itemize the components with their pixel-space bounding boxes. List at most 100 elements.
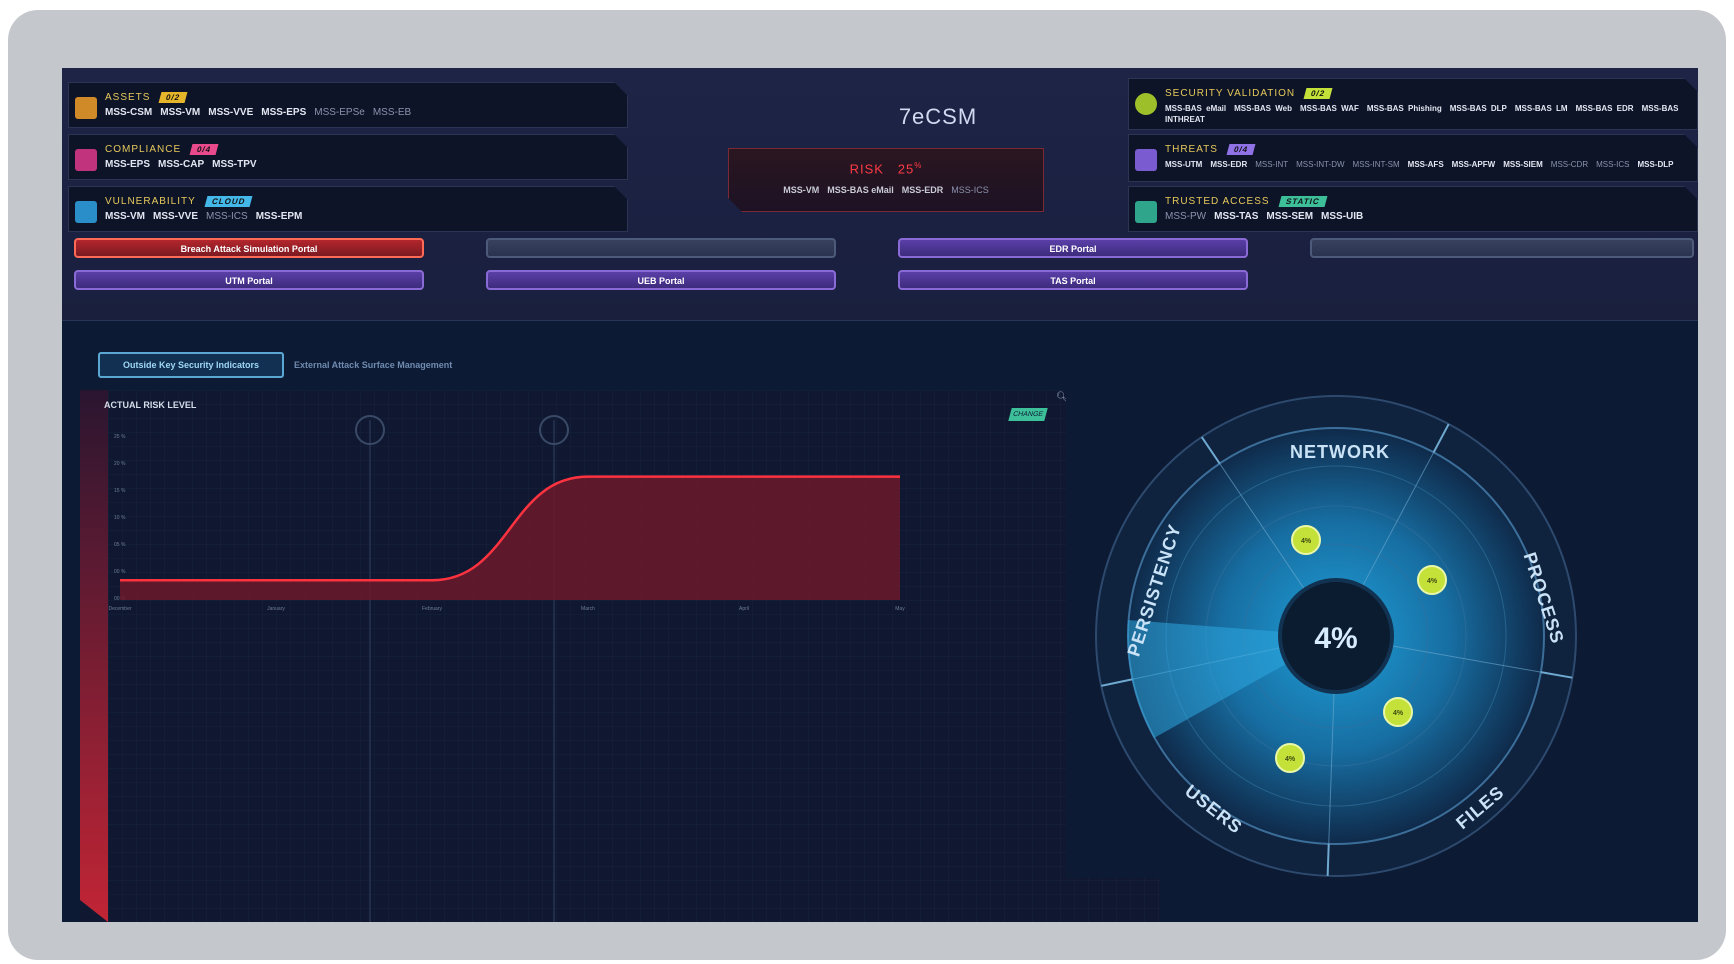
segment-label-network[interactable]: NETWORK <box>1290 442 1390 462</box>
utm-portal-button[interactable]: UTM Portal <box>74 270 424 290</box>
panel-trusted-access[interactable]: TRUSTED ACCESS STATIC MSS-PW MSS-TAS MSS-SE… <box>1128 186 1698 232</box>
item[interactable]: MSS-INT <box>1255 160 1288 169</box>
item[interactable]: MSS-EPM <box>256 211 303 222</box>
breach-attack-simulation-portal-button[interactable]: Breach Attack Simulation Portal <box>74 238 424 258</box>
status-badge: 0/4 <box>1226 144 1255 155</box>
item[interactable]: MSS-EPSe <box>314 107 365 118</box>
radar-dot[interactable]: 4% <box>1291 525 1321 555</box>
panel-security-validation[interactable]: SECURITY VALIDATION 0/2 MSS-BAS eMail MSS-… <box>1128 78 1698 130</box>
item[interactable]: MSS-VVE <box>208 107 253 118</box>
y-tick-label: 10 % <box>114 515 126 521</box>
radar-spoke <box>1326 843 1330 876</box>
chart-title: ACTUAL RISK LEVEL <box>104 400 197 410</box>
item[interactable]: MSS-BAS DLP <box>1450 104 1507 113</box>
item[interactable]: MSS-INT-SM <box>1353 160 1400 169</box>
blank-portal-button-2[interactable] <box>1310 238 1694 258</box>
item[interactable]: MSS-SEM <box>1266 211 1313 222</box>
blank-portal-button[interactable] <box>486 238 836 258</box>
item[interactable]: MSS-CAP <box>158 159 204 170</box>
item[interactable]: MSS-TAS <box>1214 211 1258 222</box>
panel-items: MSS-PW MSS-TAS MSS-SEM MSS-UIB <box>1165 211 1683 223</box>
assets-icon <box>75 97 97 119</box>
panel-title: TRUSTED ACCESS <box>1165 196 1270 208</box>
radar-dot-value: 4% <box>1301 538 1312 545</box>
risk-chart: 25 % 20 % 15 % 10 % 05 % 00 % 00 % December Janu… <box>80 390 1160 922</box>
dashboard-screen: ASSETS 0/2 MSS-CSM MSS-VM MSS-VVE MSS-EPS MSS… <box>62 68 1698 922</box>
item[interactable]: MSS-DLP <box>1637 160 1673 169</box>
item[interactable]: MSS-CSM <box>105 107 152 118</box>
item[interactable]: MSS-SIEM <box>1503 160 1543 169</box>
item[interactable]: MSS-EDR <box>1210 160 1247 169</box>
item[interactable]: MSS-PW <box>1165 211 1206 222</box>
panel-compliance[interactable]: COMPLIANCE 0/4 MSS-EPS MSS-CAP MSS-TPV <box>68 134 628 180</box>
radar-dot[interactable]: 4% <box>1417 565 1447 595</box>
item[interactable]: MSS-BAS EDR <box>1576 104 1634 113</box>
status-badge: STATIC <box>1278 196 1327 207</box>
tab-external-attack-surface[interactable]: External Attack Surface Management <box>294 352 452 378</box>
item[interactable]: MSS-BAS LM <box>1515 104 1568 113</box>
x-tick-label: March <box>581 606 595 612</box>
edr-portal-button[interactable]: EDR Portal <box>898 238 1248 258</box>
status-badge: 0/4 <box>190 144 219 155</box>
item[interactable]: MSS-CDR <box>1551 160 1588 169</box>
item[interactable]: MSS-EPS <box>105 159 150 170</box>
item[interactable]: MSS-TPV <box>212 159 256 170</box>
x-tick-label: January <box>267 606 285 612</box>
chart-left-accent <box>80 390 108 922</box>
item[interactable]: MSS-EB <box>373 107 411 118</box>
item[interactable]: MSS-VM <box>160 107 200 118</box>
tab-key-security-indicators[interactable]: Outside Key Security Indicators <box>98 352 284 378</box>
status-badge: 0/2 <box>1304 88 1333 99</box>
item[interactable]: MSS-BAS eMail <box>1165 104 1226 113</box>
panel-items: MSS-VM MSS-VVE MSS-ICS MSS-EPM <box>105 211 613 223</box>
panel-items: MSS-BAS eMail MSS-BAS Web MSS-BAS WAF MSS-B… <box>1165 103 1683 125</box>
vulnerability-icon <box>75 201 97 223</box>
item[interactable]: MSS-APFW <box>1452 160 1496 169</box>
item[interactable]: MSS-UTM <box>1165 160 1202 169</box>
x-tick-label: April <box>739 606 749 612</box>
panel-threats[interactable]: THREATS 0/4 MSS-UTM MSS-EDR MSS-INT MSS-INT-… <box>1128 134 1698 182</box>
security-validation-icon <box>1135 93 1157 115</box>
item[interactable]: MSS-BAS WAF <box>1300 104 1359 113</box>
item[interactable]: MSS-EPS <box>261 107 306 118</box>
panel-vulnerability[interactable]: VULNERABILITY CLOUD MSS-VM MSS-VVE MSS-ICS M… <box>68 186 628 232</box>
trusted-access-icon <box>1135 201 1157 223</box>
item[interactable]: MSS-VVE <box>153 211 198 222</box>
item[interactable]: MSS-BAS Web <box>1234 104 1292 113</box>
radar-dot[interactable]: 4% <box>1275 743 1305 773</box>
device-frame: ASSETS 0/2 MSS-CSM MSS-VM MSS-VVE MSS-EPS MSS… <box>8 10 1726 960</box>
item[interactable]: MSS-INT-DW <box>1296 160 1344 169</box>
radar-widget: 4% NETWORK PROCESS FILES USERS PERSISTEN… <box>1066 358 1586 878</box>
x-tick-label: December <box>108 606 131 612</box>
ueb-portal-button[interactable]: UEB Portal <box>486 270 836 290</box>
item[interactable]: MSS-BAS Phishing <box>1367 104 1442 113</box>
risk-unit: % <box>914 161 923 170</box>
panel-items: MSS-UTM MSS-EDR MSS-INT MSS-INT-DW MSS-INT-S… <box>1165 159 1683 170</box>
chart-grid <box>108 390 1160 922</box>
x-tick-label: May <box>895 606 905 612</box>
panel-items: MSS-CSM MSS-VM MSS-VVE MSS-EPS MSS-EPSe MSS-E… <box>105 107 613 119</box>
item[interactable]: MSS-ICS <box>206 211 248 222</box>
y-tick-label: 25 % <box>114 434 126 440</box>
item: MSS-EDR <box>901 185 944 195</box>
panel-title: COMPLIANCE <box>105 144 182 156</box>
tas-portal-button[interactable]: TAS Portal <box>898 270 1248 290</box>
panel-items: MSS-EPS MSS-CAP MSS-TPV <box>105 159 613 171</box>
panel-title: THREATS <box>1165 144 1218 156</box>
chart-badge[interactable]: CHANGE <box>1008 408 1048 421</box>
item: MSS-ICS <box>951 185 989 195</box>
item[interactable]: MSS-UIB <box>1321 211 1363 222</box>
item[interactable]: MSS-AFS <box>1408 160 1444 169</box>
item[interactable]: MSS-ICS <box>1596 160 1629 169</box>
radar-dot-value: 4% <box>1285 756 1296 763</box>
panel-title: ASSETS <box>105 92 151 104</box>
panel-assets[interactable]: ASSETS 0/2 MSS-CSM MSS-VM MSS-VVE MSS-EPS MSS… <box>68 82 628 128</box>
radar-dot[interactable]: 4% <box>1383 697 1413 727</box>
risk-summary[interactable]: RISK 25% MSS-VM MSS-BAS eMail MSS-EDR MSS-I… <box>728 148 1044 212</box>
compliance-icon <box>75 149 97 171</box>
radar-center-value: 4% <box>1314 622 1357 655</box>
item: MSS-VM <box>783 185 820 195</box>
panel-title: SECURITY VALIDATION <box>1165 88 1296 100</box>
item[interactable]: MSS-VM <box>105 211 145 222</box>
status-badge: 0/2 <box>159 92 188 103</box>
